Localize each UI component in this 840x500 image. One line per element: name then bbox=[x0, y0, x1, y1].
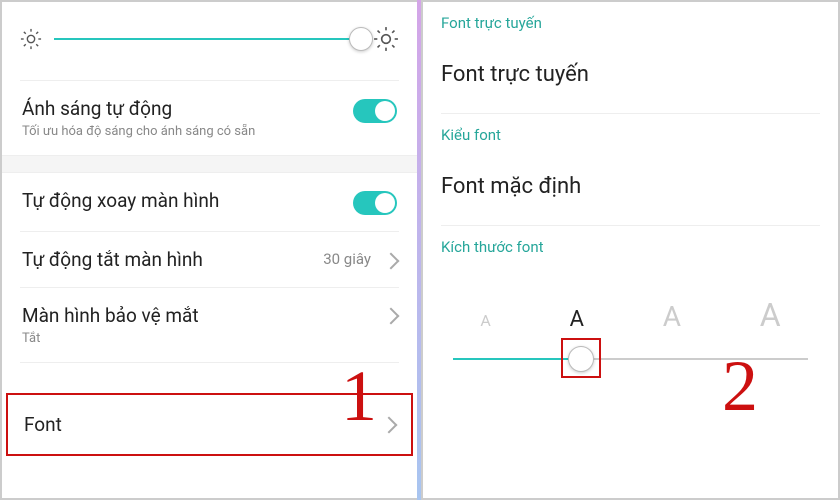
font-row-highlight: Font bbox=[6, 393, 413, 456]
font-size-slider[interactable] bbox=[453, 358, 808, 360]
auto-off-value: 30 giây bbox=[323, 250, 371, 268]
auto-light-toggle[interactable] bbox=[353, 99, 397, 123]
auto-rotate-label: Tự động xoay màn hình bbox=[22, 189, 353, 212]
online-font-label: Font trực tuyến bbox=[441, 62, 589, 87]
chevron-right-icon bbox=[383, 308, 400, 325]
font-label: Font bbox=[24, 413, 383, 436]
online-font-row[interactable]: Font trực tuyến bbox=[423, 42, 838, 113]
brightness-slider[interactable] bbox=[54, 38, 361, 40]
size-preview-a: A bbox=[480, 311, 490, 330]
font-row[interactable]: Font bbox=[8, 395, 411, 454]
font-size-thumb-highlight bbox=[561, 338, 601, 378]
display-settings-panel: Ánh sáng tự động Tối ưu hóa độ sáng cho … bbox=[0, 0, 417, 500]
chevron-right-icon bbox=[381, 417, 398, 434]
auto-rotate-row[interactable]: Tự động xoay màn hình bbox=[2, 173, 417, 231]
font-size-preview: A A A A bbox=[423, 266, 838, 344]
font-size-header: Kích thước font bbox=[423, 226, 838, 266]
brightness-slider-row bbox=[2, 2, 417, 80]
font-style-header: Kiểu font bbox=[423, 114, 838, 154]
size-preview-a: A bbox=[760, 296, 781, 334]
auto-off-label: Tự động tắt màn hình bbox=[22, 248, 323, 271]
section-gap bbox=[2, 155, 417, 173]
font-size-slider-wrap bbox=[423, 344, 838, 390]
chevron-right-icon bbox=[383, 253, 400, 270]
auto-off-row[interactable]: Tự động tắt màn hình 30 giây bbox=[2, 232, 417, 287]
eye-protect-label: Màn hình bảo vệ mắt bbox=[22, 304, 385, 327]
font-settings-panel: Font trực tuyến Font trực tuyến Kiểu fon… bbox=[421, 0, 840, 500]
size-preview-a: A bbox=[663, 300, 681, 333]
brightness-thumb[interactable] bbox=[349, 27, 373, 51]
sun-large-icon bbox=[373, 26, 399, 52]
eye-protect-row[interactable]: Màn hình bảo vệ mắt Tắt bbox=[2, 288, 417, 362]
auto-light-row[interactable]: Ánh sáng tự động Tối ưu hóa độ sáng cho … bbox=[2, 81, 417, 155]
auto-light-sub: Tối ưu hóa độ sáng cho ánh sáng có sẵn bbox=[22, 124, 353, 139]
sun-small-icon bbox=[20, 28, 42, 50]
auto-rotate-toggle[interactable] bbox=[353, 191, 397, 215]
font-style-row[interactable]: Font mặc định bbox=[423, 154, 838, 225]
eye-protect-sub: Tắt bbox=[22, 331, 385, 346]
auto-light-label: Ánh sáng tự động bbox=[22, 97, 353, 120]
font-style-label: Font mặc định bbox=[441, 174, 581, 199]
online-font-header: Font trực tuyến bbox=[423, 2, 838, 42]
size-preview-a-active: A bbox=[570, 307, 584, 332]
